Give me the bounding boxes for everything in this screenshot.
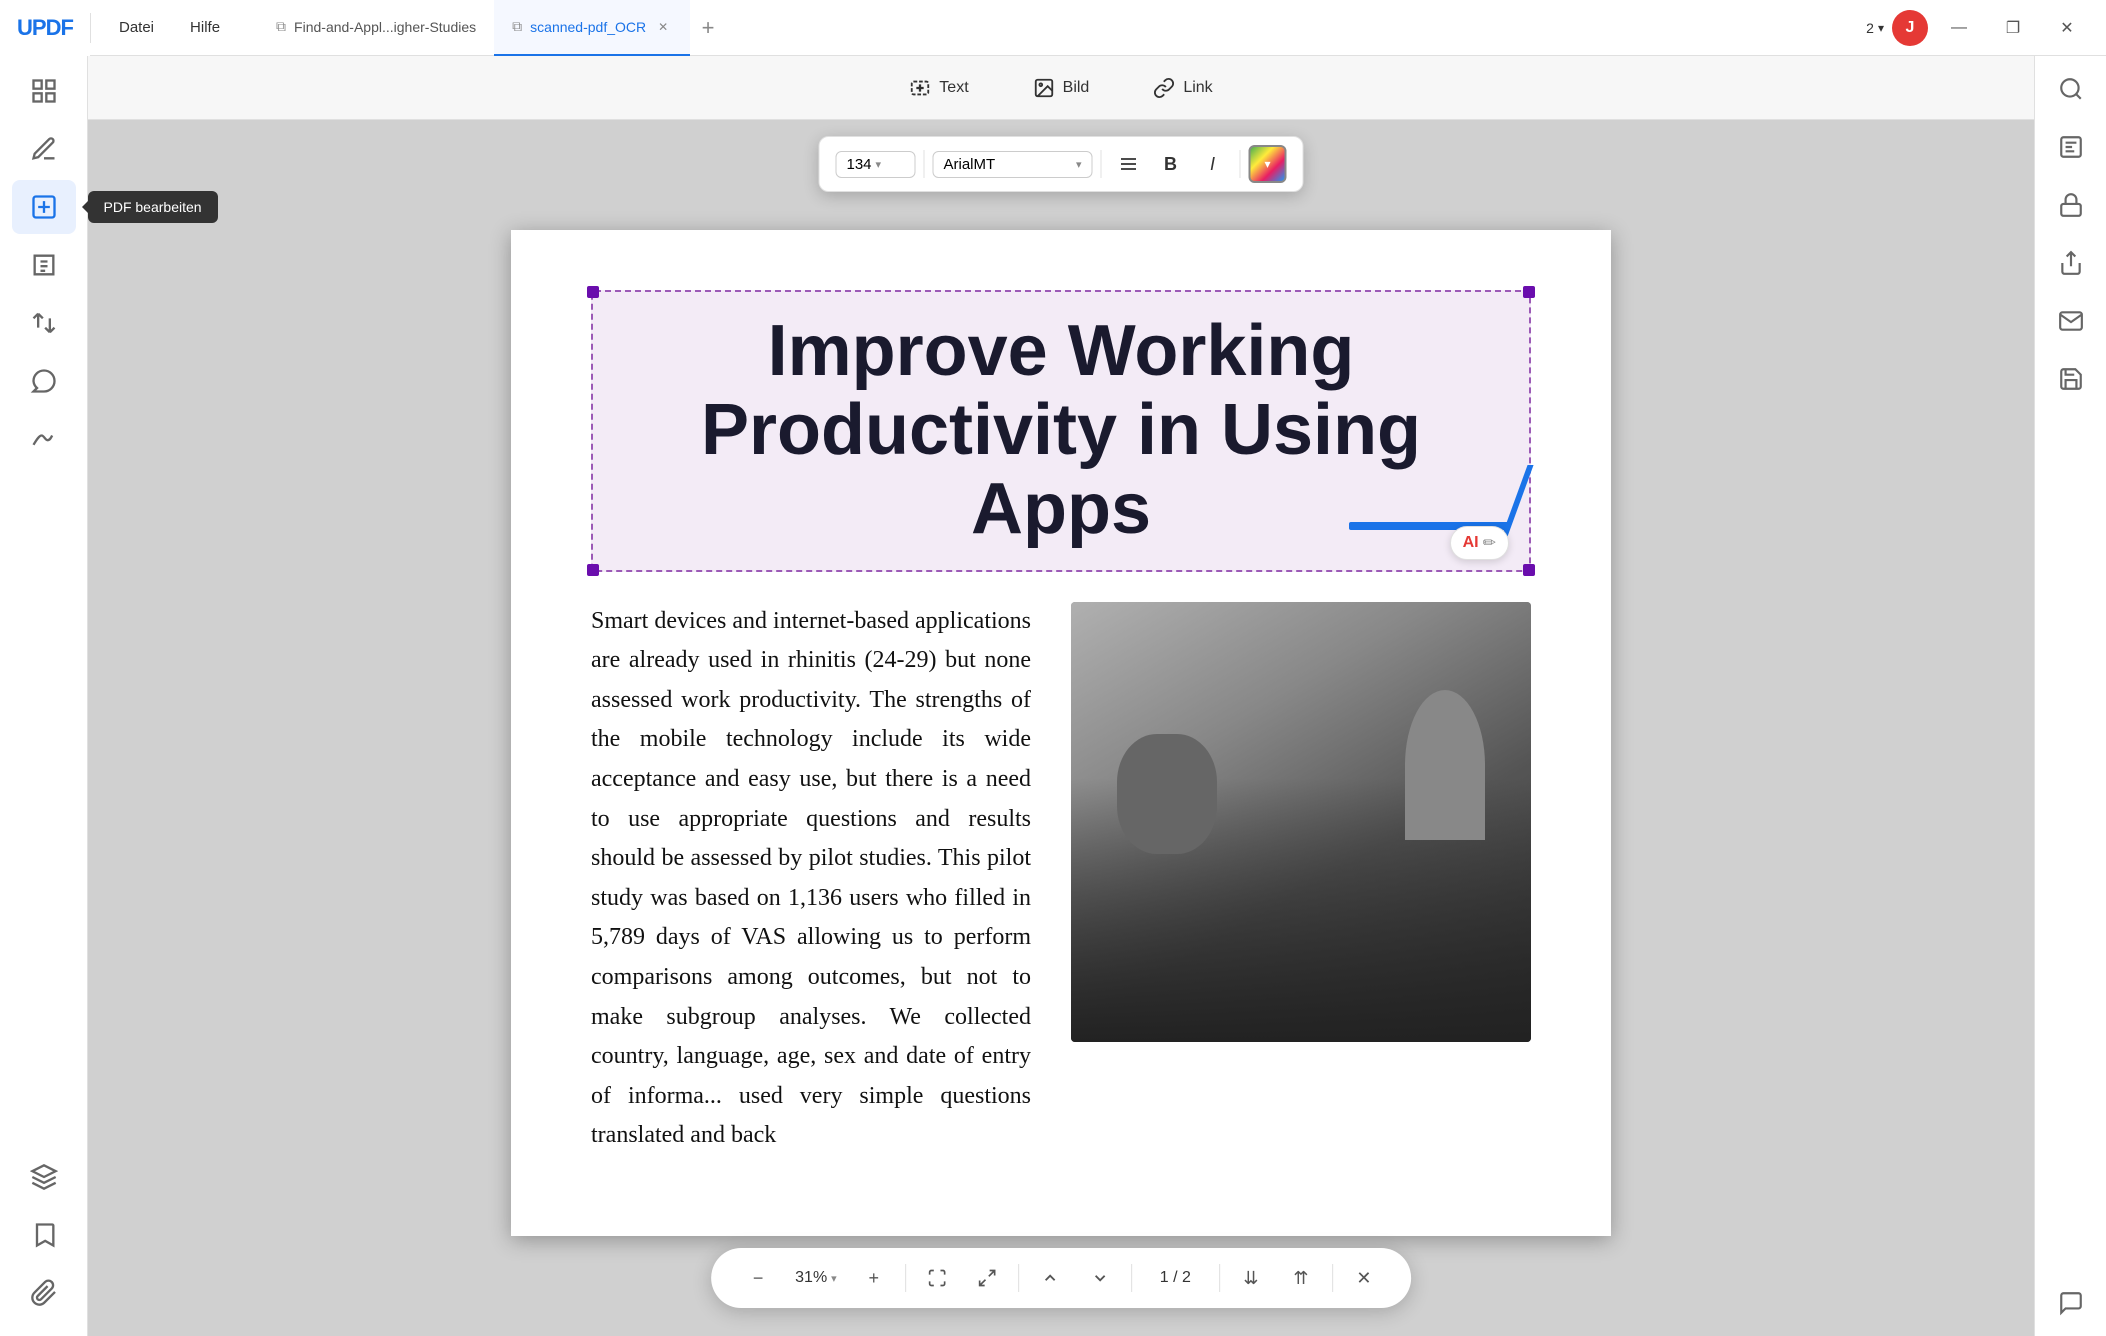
zoom-select[interactable]: 31% ▾ — [785, 1265, 847, 1291]
sidebar-icon-pages[interactable] — [12, 238, 76, 292]
format-toolbar: 134 ▾ ArialMT ▾ B I ▾ — [819, 136, 1304, 192]
app-logo: UPDF — [0, 0, 90, 56]
menu-datei[interactable]: Datei — [103, 13, 170, 42]
avatar[interactable]: J — [1892, 10, 1928, 46]
minimize-button[interactable]: — — [1936, 10, 1982, 46]
fmt-divider-2 — [1101, 150, 1102, 178]
next-page-button[interactable] — [1077, 1258, 1123, 1298]
tabs-container: ⧉ Find-and-Appl...igher-Studies ⧉ scanne… — [248, 0, 1866, 55]
pdf-page: Improve Working Productivity in Using Ap… — [511, 230, 1611, 1236]
title-bar: UPDF Datei Hilfe ⧉ Find-and-Appl...igher… — [0, 0, 2106, 56]
body-paragraph: Smart devices and internet-based applica… — [591, 602, 1031, 1156]
sidebar-chat-button[interactable] — [2043, 1278, 2099, 1328]
nav-divider-4 — [1219, 1264, 1220, 1292]
next-section-button[interactable]: ⇈ — [1278, 1258, 1324, 1298]
nav-divider-3 — [1131, 1264, 1132, 1292]
top-toolbar: Text Bild Link — [88, 56, 2034, 120]
menu-hilfe[interactable]: Hilfe — [174, 13, 236, 42]
new-tab-button[interactable]: + — [690, 10, 726, 46]
color-picker-button[interactable]: ▾ — [1249, 145, 1287, 183]
sidebar-save-button[interactable] — [2043, 354, 2099, 404]
sidebar-icon-bookmark[interactable] — [12, 1208, 76, 1262]
fit-height-button[interactable] — [914, 1258, 960, 1298]
selected-text-block[interactable]: Improve Working Productivity in Using Ap… — [591, 290, 1531, 572]
sidebar-icon-comment[interactable] — [12, 354, 76, 408]
sidebar-icon-panel[interactable] — [12, 64, 76, 118]
ai-edit-button[interactable]: AI ✏ — [1450, 526, 1509, 560]
sidebar-icon-attach[interactable] — [12, 1266, 76, 1320]
main-layout: PDF bearbeiten — [0, 56, 2106, 1336]
nav-divider-1 — [905, 1264, 906, 1292]
link-tool-button[interactable]: Link — [1133, 69, 1232, 107]
page-indicator: 1 / 2 — [1140, 1265, 1211, 1291]
bild-tool-button[interactable]: Bild — [1013, 69, 1110, 107]
prev-section-button[interactable]: ⇊ — [1228, 1258, 1274, 1298]
handle-bl — [587, 564, 599, 576]
close-button[interactable]: ✕ — [2044, 10, 2090, 46]
body-image — [1071, 602, 1531, 1042]
content-area: Text Bild Link — [88, 56, 2034, 1336]
align-button[interactable] — [1110, 145, 1148, 183]
sidebar-share-button[interactable] — [2043, 238, 2099, 288]
font-name-select[interactable]: ArialMT ▾ — [933, 151, 1093, 178]
page-num-control[interactable]: 2 ▾ — [1866, 20, 1884, 36]
sidebar-icon-select[interactable]: PDF bearbeiten — [12, 180, 76, 234]
sidebar-icon-sign[interactable] — [12, 412, 76, 466]
right-sidebar — [2034, 56, 2106, 1336]
tab-icon-scanned: ⧉ — [512, 18, 522, 35]
nav-divider-5 — [1332, 1264, 1333, 1292]
zoom-in-button[interactable]: + — [851, 1258, 897, 1298]
italic-button[interactable]: I — [1194, 145, 1232, 183]
handle-br — [1523, 564, 1535, 576]
close-bar-button[interactable]: ✕ — [1341, 1258, 1387, 1298]
sidebar-protect-button[interactable] — [2043, 180, 2099, 230]
pdf-title: Improve Working Productivity in Using Ap… — [623, 312, 1499, 550]
sidebar-ocr-button[interactable] — [2043, 122, 2099, 172]
bold-button[interactable]: B — [1152, 145, 1190, 183]
menu-bar: Datei Hilfe — [91, 13, 248, 42]
sidebar-icon-edit[interactable] — [12, 122, 76, 176]
sidebar-icon-layers[interactable] — [12, 1150, 76, 1204]
tab-icon-find: ⧉ — [276, 18, 286, 35]
zoom-out-button[interactable]: − — [735, 1258, 781, 1298]
prev-page-button[interactable] — [1027, 1258, 1073, 1298]
left-sidebar: PDF bearbeiten — [0, 56, 88, 1336]
handle-tr — [1523, 286, 1535, 298]
sidebar-bottom — [12, 1150, 76, 1320]
maximize-button[interactable]: ❐ — [1990, 10, 2036, 46]
fmt-divider-1 — [924, 150, 925, 178]
text-tool-button[interactable]: Text — [889, 69, 988, 107]
title-bar-right: 2 ▾ J — ❐ ✕ — [1866, 10, 2106, 46]
tab-close-button[interactable]: ✕ — [654, 18, 672, 36]
sidebar-icon-convert[interactable] — [12, 296, 76, 350]
nav-divider-2 — [1018, 1264, 1019, 1292]
fit-width-button[interactable] — [964, 1258, 1010, 1298]
sidebar-search-button[interactable] — [2043, 64, 2099, 114]
handle-tl — [587, 286, 599, 298]
tab-scanned[interactable]: ⧉ scanned-pdf_OCR ✕ — [494, 0, 690, 56]
tab-find[interactable]: ⧉ Find-and-Appl...igher-Studies — [258, 0, 494, 56]
pdf-viewer[interactable]: 134 ▾ ArialMT ▾ B I ▾ — [88, 120, 2034, 1336]
font-size-select[interactable]: 134 ▾ — [836, 151, 916, 178]
bottom-nav: − 31% ▾ + — [711, 1248, 1411, 1308]
sidebar-send-button[interactable] — [2043, 296, 2099, 346]
fmt-divider-3 — [1240, 150, 1241, 178]
body-text-section: Smart devices and internet-based applica… — [591, 602, 1531, 1156]
